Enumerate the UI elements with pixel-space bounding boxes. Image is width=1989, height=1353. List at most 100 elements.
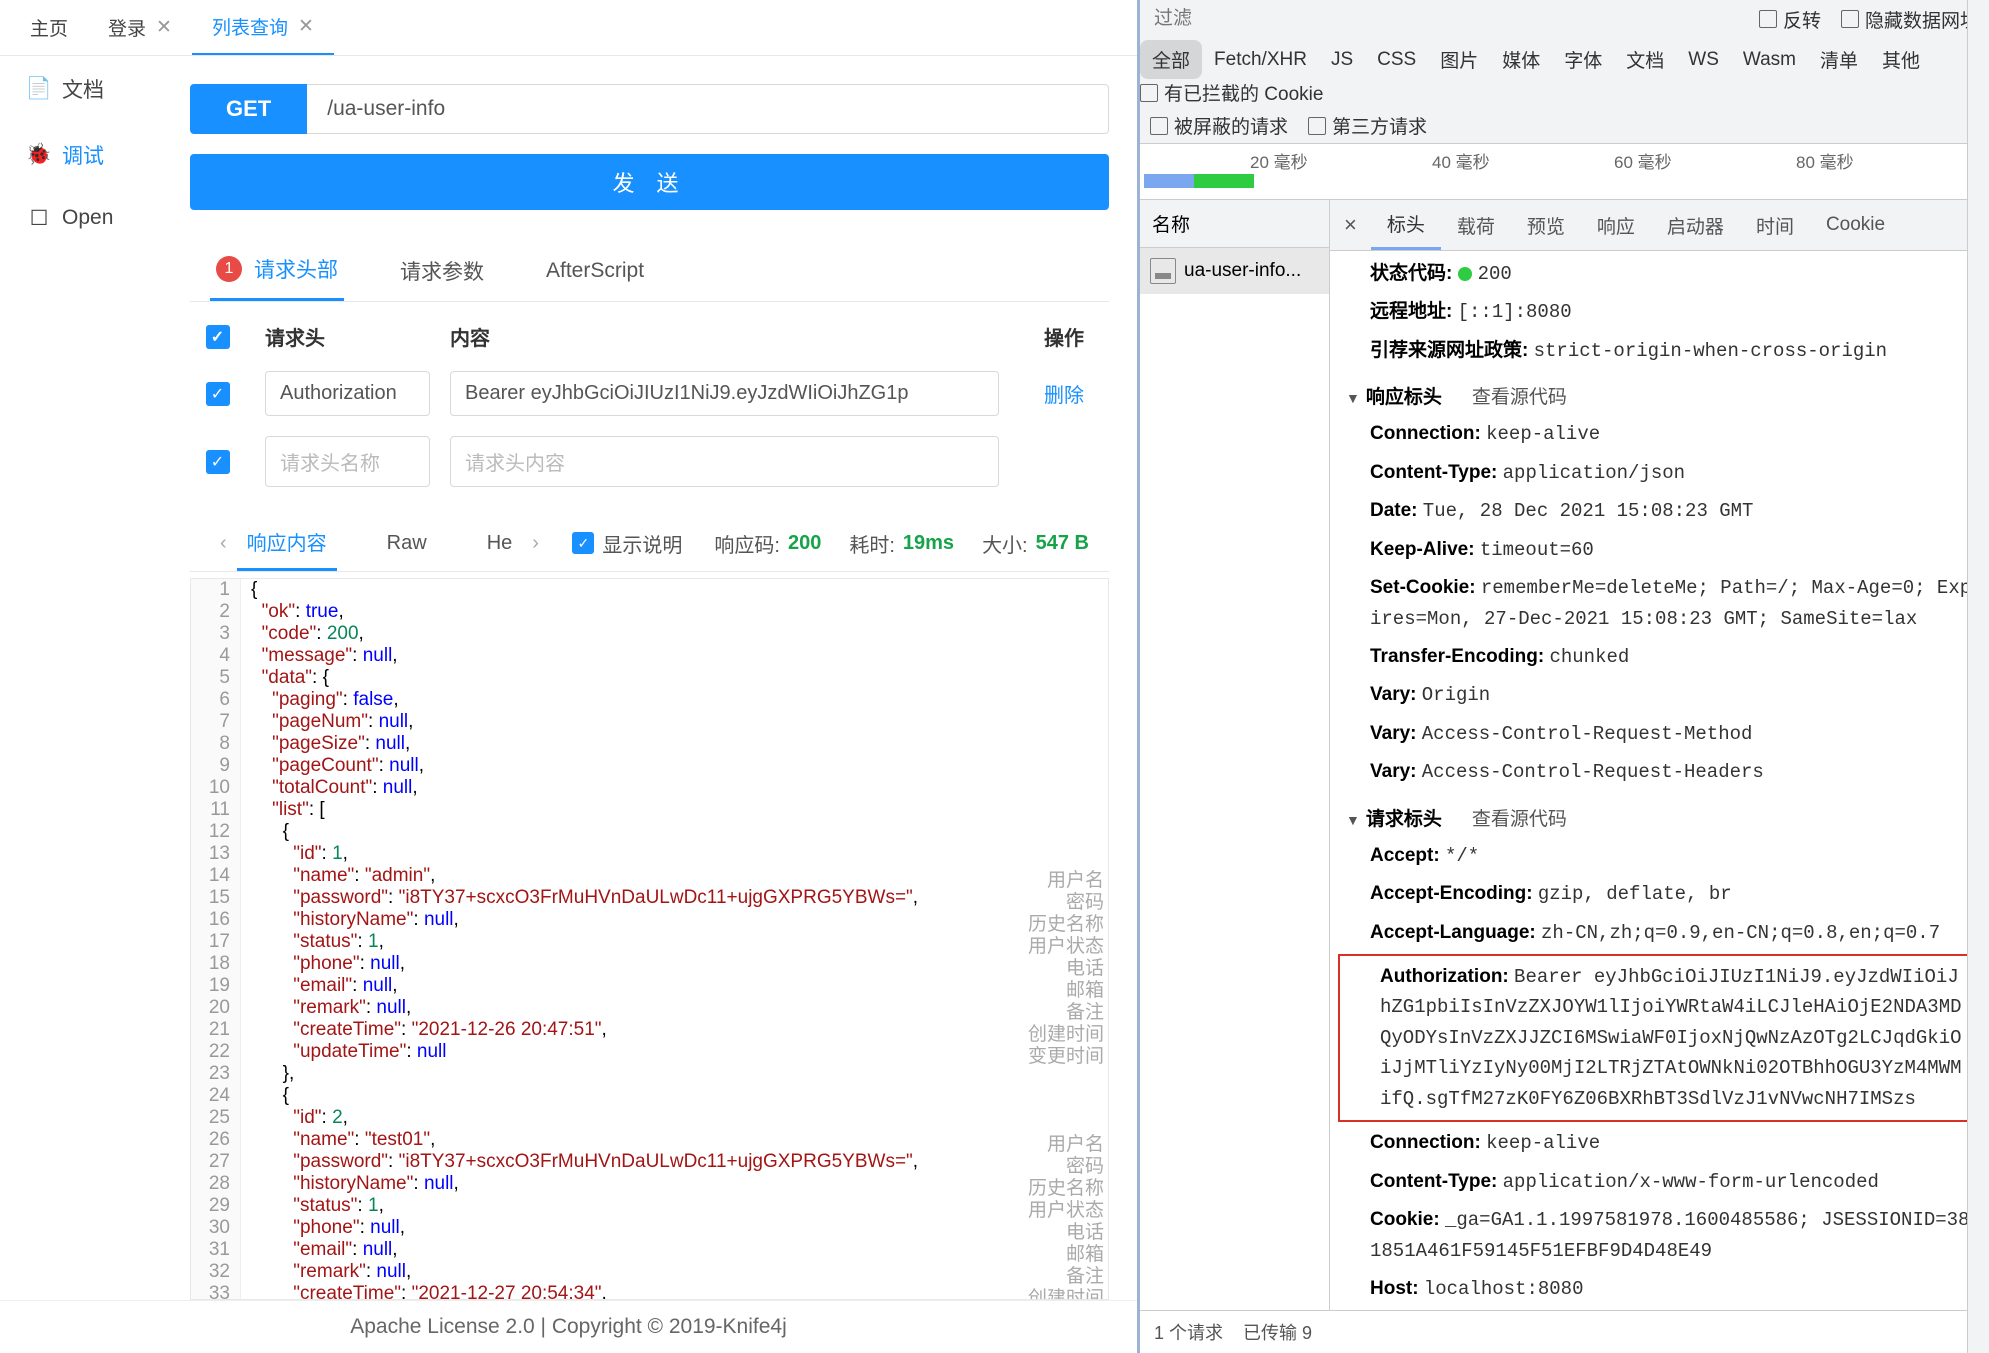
- header-row: Content-Type: application/x-www-form-url…: [1330, 1163, 1989, 1201]
- filter-type-5[interactable]: 媒体: [1490, 40, 1552, 79]
- footer-text: Apache License 2.0 | Copyright © 2019-Kn…: [350, 1315, 787, 1338]
- filter-type-4[interactable]: 图片: [1428, 40, 1490, 79]
- request-headers-section[interactable]: ▼请求标头 查看源代码: [1330, 792, 1989, 837]
- sidebar-item-label: Open: [62, 206, 113, 230]
- filter-type-3[interactable]: CSS: [1365, 43, 1428, 77]
- th-content: 内容: [450, 322, 999, 351]
- detail-tab-5[interactable]: 时间: [1740, 202, 1810, 249]
- view-source-link[interactable]: 查看源代码: [1472, 804, 1567, 831]
- footer: Apache License 2.0 | Copyright © 2019-Kn…: [0, 1300, 1137, 1353]
- filter-type-11[interactable]: 其他: [1870, 40, 1932, 79]
- th-name: 请求头: [265, 322, 430, 351]
- timeline-tick: 20 毫秒: [1250, 148, 1308, 173]
- filter-type-9[interactable]: Wasm: [1731, 43, 1808, 77]
- transferred: 已传输 9: [1243, 1319, 1312, 1345]
- file-icon: 📄: [28, 78, 50, 100]
- detail-tab-3[interactable]: 响应: [1581, 202, 1651, 249]
- response-headers-section[interactable]: ▼响应标头 查看源代码: [1330, 370, 1989, 415]
- header-row: Keep-Alive: timeout=60: [1330, 531, 1989, 569]
- tab-label: 请求头部: [254, 254, 338, 284]
- detail-tabs: × 标头载荷预览响应启动器时间Cookie: [1330, 200, 1989, 251]
- header-value-input[interactable]: 请求头内容: [450, 436, 999, 487]
- checkbox[interactable]: ✓: [206, 382, 230, 406]
- filter-type-1[interactable]: Fetch/XHR: [1202, 43, 1319, 77]
- header-name-input[interactable]: Authorization: [265, 371, 430, 416]
- timeline-tick: 40 毫秒: [1432, 148, 1490, 173]
- request-details: × 标头载荷预览响应启动器时间Cookie 状态代码: 200 远程地址: [:…: [1330, 200, 1989, 1310]
- tab-response-raw[interactable]: Raw: [377, 520, 437, 567]
- chevron-left-icon[interactable]: ‹: [210, 532, 237, 555]
- top-tabs: 主页 登录 ✕ 列表查询 ✕: [0, 0, 1137, 56]
- tab-list-query-label: 列表查询: [212, 13, 288, 40]
- request-item[interactable]: ua-user-info...: [1140, 248, 1329, 294]
- invert-checkbox[interactable]: 反转: [1759, 6, 1821, 33]
- timeline-tick: 80 毫秒: [1796, 148, 1854, 173]
- header-row: Authorization: Bearer eyJhbGciOiJIUzI1Ni…: [1340, 958, 1979, 1118]
- tab-login[interactable]: 登录 ✕: [88, 0, 192, 55]
- headers-table: ✓ 请求头 内容 操作 ✓ Authorization Bearer eyJhb…: [190, 312, 1109, 497]
- sidebar-item-open[interactable]: ☐ Open: [0, 188, 160, 248]
- hide-data-url-checkbox[interactable]: 隐藏数据网址: [1841, 6, 1979, 33]
- triangle-down-icon: ▼: [1346, 812, 1360, 828]
- th-op: 操作: [1019, 322, 1109, 351]
- status-dot-icon: [1458, 267, 1472, 281]
- close-icon[interactable]: ✕: [298, 15, 314, 38]
- code-label: 响应码:: [714, 529, 780, 558]
- chevron-right-icon[interactable]: ›: [522, 532, 549, 555]
- reqlist-header: 名称: [1140, 200, 1329, 248]
- tab-home[interactable]: 主页: [10, 0, 88, 55]
- sidebar-item-label: 文档: [62, 74, 104, 104]
- tab-afterscript[interactable]: AfterScript: [540, 240, 650, 301]
- remote-row: 远程地址: [::1]:8080: [1330, 293, 1989, 331]
- header-row: Vary: Access-Control-Request-Method: [1330, 715, 1989, 753]
- detail-tab-0[interactable]: 标头: [1371, 200, 1441, 250]
- scrollbar[interactable]: [1967, 200, 1989, 1310]
- detail-tab-1[interactable]: 载荷: [1441, 202, 1511, 249]
- header-row: Connection: keep-alive: [1330, 415, 1989, 453]
- filter-type-6[interactable]: 字体: [1552, 40, 1614, 79]
- detail-tab-2[interactable]: 预览: [1511, 202, 1581, 249]
- view-source-link[interactable]: 查看源代码: [1472, 382, 1567, 409]
- header-row: Accept-Language: zh-CN,zh;q=0.9,en-CN;q=…: [1330, 914, 1989, 952]
- response-body[interactable]: 1{2 "ok": true,3 "code": 200,4 "message"…: [190, 578, 1109, 1300]
- status-row: 状态代码: 200: [1330, 255, 1989, 293]
- request-list: 名称 ua-user-info...: [1140, 200, 1330, 1310]
- tab-list-query[interactable]: 列表查询 ✕: [192, 0, 334, 55]
- header-value-input[interactable]: Bearer eyJhbGciOiJIUzI1NiJ9.eyJzdWIiOiJh…: [450, 371, 999, 416]
- timeline[interactable]: 20 毫秒40 毫秒60 毫秒80 毫秒100 毫秒: [1140, 144, 1989, 200]
- blocked-cookie-checkbox[interactable]: 有已拦截的 Cookie: [1140, 79, 1323, 106]
- tab-response-content[interactable]: 响应内容: [237, 515, 337, 571]
- header-name-input[interactable]: 请求头名称: [265, 436, 430, 487]
- send-button[interactable]: 发 送: [190, 154, 1109, 210]
- checkbox-all[interactable]: ✓: [206, 325, 230, 349]
- response-time: 19ms: [903, 532, 954, 555]
- filter-type-7[interactable]: 文档: [1614, 40, 1676, 79]
- filter-type-0[interactable]: 全部: [1140, 40, 1202, 79]
- method-row: GET: [190, 84, 1109, 134]
- header-row: Content-Type: application/json: [1330, 454, 1989, 492]
- header-row: Date: Tue, 28 Dec 2021 15:08:23 GMT: [1330, 492, 1989, 530]
- section-tabs: 1 请求头部 请求参数 AfterScript: [190, 240, 1109, 302]
- sidebar-item-docs[interactable]: 📄 文档: [0, 56, 160, 122]
- filter-type-10[interactable]: 清单: [1808, 40, 1870, 79]
- checkbox-show-desc[interactable]: ✓: [572, 532, 594, 554]
- filter-input[interactable]: [1150, 4, 1739, 34]
- tab-response-he[interactable]: He: [477, 520, 523, 567]
- tab-request-headers[interactable]: 1 请求头部: [210, 240, 344, 301]
- url-input[interactable]: [307, 84, 1109, 134]
- blocked-req-checkbox[interactable]: 被屏蔽的请求: [1150, 112, 1288, 139]
- filter-type-8[interactable]: WS: [1676, 43, 1731, 77]
- third-party-checkbox[interactable]: 第三方请求: [1308, 112, 1427, 139]
- headers-panel[interactable]: 状态代码: 200 远程地址: [::1]:8080 引荐来源网址政策: str…: [1330, 251, 1989, 1310]
- tab-request-params[interactable]: 请求参数: [394, 240, 490, 301]
- sidebar-item-debug[interactable]: 🐞 调试: [0, 122, 160, 188]
- close-icon[interactable]: ×: [1330, 202, 1371, 248]
- detail-tab-6[interactable]: Cookie: [1810, 204, 1901, 246]
- response-size: 547 B: [1036, 532, 1089, 555]
- checkbox[interactable]: ✓: [206, 450, 230, 474]
- req-count: 1 个请求: [1154, 1319, 1223, 1345]
- filter-type-2[interactable]: JS: [1319, 43, 1365, 77]
- delete-button[interactable]: 删除: [1019, 379, 1109, 408]
- close-icon[interactable]: ✕: [156, 16, 172, 39]
- detail-tab-4[interactable]: 启动器: [1651, 202, 1740, 249]
